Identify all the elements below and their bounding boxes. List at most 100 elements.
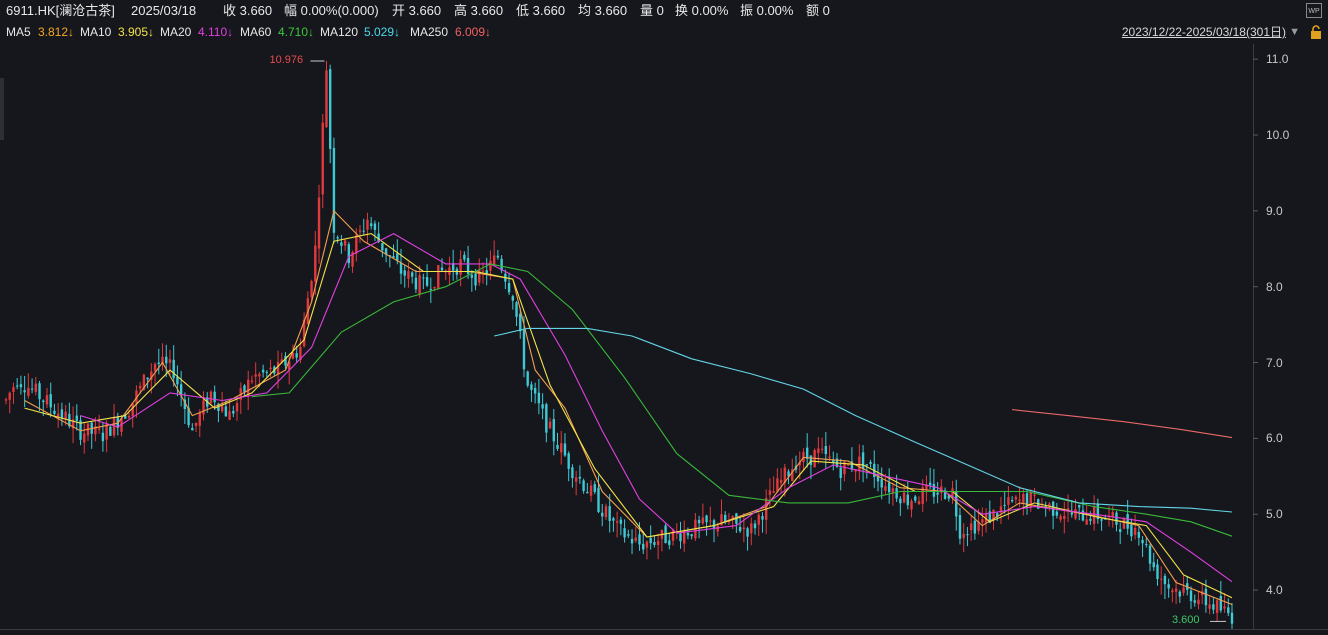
candle [925,475,928,502]
candle-body [701,517,705,524]
candle [511,294,514,310]
candle-body [973,520,977,534]
candle-body [138,385,142,389]
candle-body [463,254,466,260]
candle [988,500,991,524]
candle [1063,501,1066,534]
candle [612,516,615,532]
candle [861,445,865,483]
candle-body [213,391,216,403]
candle-body [232,410,235,414]
candle [981,507,984,537]
candle-body [750,523,753,534]
candle [731,514,734,529]
candle [955,479,958,531]
candle-body [317,197,321,249]
candle-body [761,516,764,520]
candle [422,273,425,290]
candle [8,391,11,414]
candle [418,265,421,298]
candle-body [861,452,865,469]
candle-body [1059,516,1062,520]
candle-body [1167,584,1170,589]
candle-body [891,488,895,494]
candle [854,469,857,482]
candle-body [194,422,198,427]
max-price-label: 10.976 [269,53,304,66]
candle [694,513,697,541]
candle-body [880,479,883,488]
candle [738,516,742,533]
candle-body [1007,497,1010,505]
candle [451,249,455,281]
candle [60,402,64,426]
candle-body [545,404,548,433]
candle-body [157,362,160,365]
candle-body [768,490,772,495]
candle [459,250,462,287]
candle [776,468,779,493]
candle [705,514,708,536]
candle-body [355,235,358,254]
candle-body [1215,600,1219,613]
candle [1208,596,1211,615]
candle-body [593,484,596,492]
candle [235,399,239,421]
candle-body [459,259,462,275]
candle-body [511,296,514,301]
candle [914,494,917,504]
candle [109,425,112,437]
candle [1230,602,1234,629]
candle [686,527,690,540]
candle-body [515,302,518,317]
candle [634,527,637,543]
candle [1212,596,1215,614]
candle [23,375,26,408]
candle-body [906,494,909,506]
y-tick-label: 9.0 [1266,203,1283,218]
candle-body [902,492,906,503]
candle [1022,489,1025,516]
candle-body [1189,590,1193,602]
candle-body [772,491,775,493]
candle-body [369,223,373,227]
candle-body [1122,518,1126,529]
candle [679,521,682,549]
candle-body [709,520,712,522]
candle [373,220,377,241]
candle-body [19,384,23,388]
candle [567,451,570,482]
candle [97,414,101,434]
candle [615,511,619,538]
candle-body [410,272,414,277]
candle-body [243,385,246,393]
candle [556,432,559,451]
candle-body [589,485,593,496]
candle-body [373,223,377,230]
candle-body [403,270,406,276]
candle-body [269,367,272,370]
candle-body [418,275,421,294]
candle-body [34,383,38,392]
candle-body [1018,499,1021,501]
candle [1148,543,1152,572]
candle-body [228,411,231,420]
candle-body [1230,612,1234,624]
candle [112,404,116,438]
candle [34,376,38,396]
candle [1119,522,1122,544]
candle-body [981,519,984,523]
candle-body [1126,514,1129,529]
candle-body [574,477,578,482]
price-chart[interactable] [0,0,1328,635]
candle-body [392,256,395,258]
candle [306,291,310,325]
candle [984,508,988,533]
candle-body [343,240,347,246]
candle-body [209,391,213,403]
candle-body [865,464,869,466]
candle-body [42,400,45,403]
candle-body [1010,499,1014,502]
candle [209,390,213,406]
candle [589,480,593,502]
